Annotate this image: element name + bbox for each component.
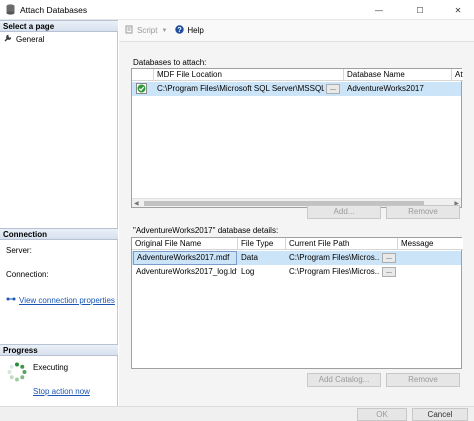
progress-spinner-icon <box>7 362 27 384</box>
databases-to-attach-label: Databases to attach: <box>133 58 207 67</box>
database-name-cell[interactable]: AdventureWorks2017 <box>344 82 452 95</box>
help-label: Help <box>187 26 204 35</box>
add-catalog-button[interactable]: Add Catalog... <box>307 373 381 387</box>
databases-grid[interactable]: MDF File Location Database Name Att C:\P… <box>131 68 463 208</box>
database-details-label: "AdventureWorks2017" database details: <box>133 226 279 235</box>
message-cell <box>398 251 461 264</box>
script-label: Script <box>137 26 158 35</box>
help-icon: ? <box>175 25 185 36</box>
right-pane: Script ▼ ? Help Databases to attach: MDF… <box>119 20 474 406</box>
column-header-mdf-location: MDF File Location <box>154 69 344 81</box>
column-header-message: Message <box>398 238 463 250</box>
view-connection-properties-link[interactable]: View connection properties <box>6 295 115 305</box>
maximize-button[interactable]: ☐ <box>405 0 435 20</box>
progress-header: Progress <box>0 344 118 356</box>
remove-file-button[interactable]: Remove <box>386 373 460 387</box>
column-header-att: Att <box>452 69 463 81</box>
remove-database-button[interactable]: Remove <box>386 205 460 219</box>
connection-header: Connection <box>0 228 118 240</box>
dialog-footer: OK Cancel <box>0 406 474 421</box>
column-header-original-file-name: Original File Name <box>132 238 238 250</box>
page-general-label: General <box>16 34 45 44</box>
connection-properties-icon <box>6 295 16 305</box>
left-pane: Select a page General Connection Server:… <box>0 20 118 406</box>
ok-button[interactable]: OK <box>357 408 407 421</box>
column-header-file-type: File Type <box>238 238 286 250</box>
script-dropdown-icon[interactable]: ▼ <box>161 28 167 34</box>
current-file-path-cell: C:\Program Files\Micros... <box>289 253 380 262</box>
column-header-status <box>132 69 154 81</box>
column-header-database-name: Database Name <box>344 69 452 81</box>
current-file-path-cell: C:\Program Files\Micros... <box>289 267 380 276</box>
mdf-location-cell: C:\Program Files\Microsoft SQL Server\MS… <box>157 84 324 93</box>
add-database-button[interactable]: Add... <box>307 205 381 219</box>
scroll-left-icon[interactable]: ◀ <box>134 200 139 207</box>
original-file-name-cell: AdventureWorks2017_log.ldf <box>136 267 237 276</box>
table-row[interactable]: AdventureWorks2017_log.ldf Log C:\Progra… <box>132 265 461 279</box>
file-type-cell: Log <box>241 267 255 276</box>
svg-text:?: ? <box>178 27 182 34</box>
script-button[interactable]: Script <box>125 25 157 36</box>
page-general[interactable]: General <box>4 34 44 44</box>
view-connection-properties-label: View connection properties <box>19 295 115 305</box>
table-row[interactable]: AdventureWorks2017.mdf Data C:\Program F… <box>132 251 461 265</box>
help-button[interactable]: ? Help <box>175 25 204 36</box>
database-icon <box>6 4 15 15</box>
close-button[interactable]: ✕ <box>443 0 473 20</box>
scrollbar-thumb[interactable] <box>144 201 424 206</box>
original-file-name-cell: AdventureWorks2017.mdf <box>133 251 237 265</box>
message-cell <box>398 265 461 278</box>
details-grid[interactable]: Original File Name File Type Current Fil… <box>131 237 463 369</box>
file-type-cell: Data <box>241 253 258 262</box>
browse-file-button[interactable]: ... <box>382 253 396 263</box>
connection-label: Connection: <box>6 270 49 279</box>
window-title: Attach Databases <box>20 5 88 15</box>
toolbar: Script ▼ ? Help <box>119 20 474 42</box>
minimize-button[interactable]: — <box>364 0 394 20</box>
stop-action-link[interactable]: Stop action now <box>33 387 90 396</box>
check-icon <box>136 83 147 96</box>
column-header-current-file-path: Current File Path <box>286 238 398 250</box>
script-icon <box>125 25 134 36</box>
cancel-button[interactable]: Cancel <box>412 408 468 421</box>
select-page-header: Select a page <box>0 20 118 32</box>
table-row[interactable]: C:\Program Files\Microsoft SQL Server\MS… <box>132 82 461 96</box>
server-label: Server: <box>6 246 32 255</box>
browse-file-button[interactable]: ... <box>382 267 396 277</box>
wrench-icon <box>4 34 12 44</box>
progress-status: Executing <box>33 363 69 372</box>
browse-mdf-button[interactable]: ... <box>326 84 340 94</box>
title-bar: Attach Databases — ☐ ✕ <box>0 0 474 20</box>
